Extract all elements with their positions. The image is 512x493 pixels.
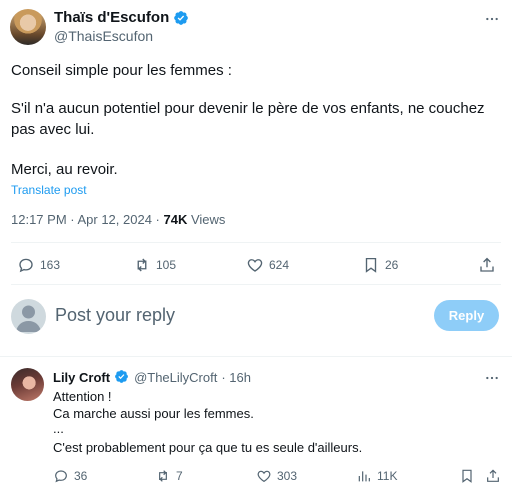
timestamp[interactable]: 12:17 PM · Apr 12, 2024 · [11,212,163,227]
comment-reply-button[interactable]: 36 [53,468,87,484]
views-icon [356,468,372,484]
tweet-text-line: Merci, au revoir. [11,161,118,178]
comment-time[interactable]: · 16h [221,370,251,385]
bookmark-icon [459,468,475,484]
more-icon[interactable] [484,370,500,386]
divider [11,242,501,243]
repost-icon [155,468,171,484]
like-icon [246,256,264,274]
tweet-text-line: S'il n'a aucun potentiel pour devenir le… [11,100,485,117]
comment-views-button[interactable]: 11K [356,468,397,484]
tweet-text-line: pas avec lui. [11,121,95,138]
bookmark-count: 26 [385,258,399,272]
tweet-meta: 12:17 PM · Apr 12, 2024 · 74K Views [11,212,225,227]
comment-author-avatar[interactable] [11,368,44,401]
divider [0,356,512,357]
comment-repost-button[interactable]: 7 [155,468,183,484]
comment-header: Lily Croft @TheLilyCroft · 16h [53,369,251,385]
comment-text-line: Ca marche aussi pour les femmes. [53,406,254,421]
verified-badge-icon [114,369,130,385]
share-button[interactable] [478,256,496,274]
like-count: 624 [269,258,290,272]
comment-share-button[interactable] [485,468,501,484]
comment-text-line: ... [53,421,64,436]
repost-icon [133,256,151,274]
reply-submit-button[interactable]: Reply [434,300,499,331]
share-icon [485,468,501,484]
comment-views-count: 11K [377,469,398,483]
reply-button[interactable]: 163 [17,256,60,274]
translate-link[interactable]: Translate post [11,183,87,197]
comment-repost-count: 7 [176,469,183,483]
like-button[interactable]: 624 [246,256,289,274]
comment-author-handle[interactable]: @TheLilyCroft [134,370,217,385]
divider [11,284,501,285]
more-icon[interactable] [484,11,500,27]
views-label: Views [187,212,226,227]
author-avatar[interactable] [10,9,46,45]
like-icon [256,468,272,484]
comment-author-name[interactable]: Lily Croft [53,370,110,385]
author-name-row: Thaïs d'Escufon [54,9,189,27]
share-icon [478,256,496,274]
verified-badge-icon[interactable] [173,10,189,26]
current-user-avatar [11,299,46,334]
repost-count: 105 [156,258,177,272]
reply-icon [53,468,69,484]
bookmark-icon [362,256,380,274]
tweet-text-line: Conseil simple pour les femmes : [11,62,232,79]
reply-icon [17,256,35,274]
views-count: 74K [163,212,188,227]
comment-like-button[interactable]: 303 [256,468,297,484]
comment-text-line: Attention ! [53,389,112,404]
comment-like-count: 303 [277,469,298,483]
author-handle[interactable]: @ThaisEscufon [54,27,153,45]
comment-bookmark-button[interactable] [459,468,475,484]
reply-count: 163 [40,258,61,272]
comment-text-line: C'est probablement pour ça que tu es seu… [53,440,363,455]
author-name[interactable]: Thaïs d'Escufon [54,9,169,27]
repost-button[interactable]: 105 [133,256,176,274]
reply-input[interactable]: Post your reply [55,305,175,326]
comment-reply-count: 36 [74,469,88,483]
bookmark-button[interactable]: 26 [362,256,398,274]
